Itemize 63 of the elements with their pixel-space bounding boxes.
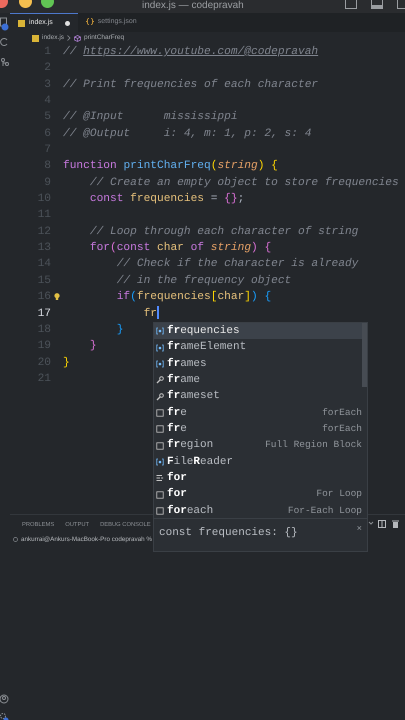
keyword-icon (156, 474, 164, 482)
code-line: } (116, 324, 124, 336)
status-circle-icon (13, 536, 18, 542)
settings-icon[interactable] (0, 712, 10, 720)
refresh-icon[interactable] (0, 37, 10, 47)
text-cursor (157, 306, 158, 320)
trash-icon[interactable] (392, 520, 399, 528)
layout-icon[interactable] (345, 0, 357, 9)
chevron-right-icon (67, 35, 72, 41)
square-icon (156, 442, 164, 450)
lightbulb-icon[interactable] (54, 293, 60, 300)
code-line: const frequencies = {}; (88, 193, 244, 206)
scrollbar-thumb[interactable] (362, 323, 367, 387)
square-icon (156, 490, 164, 499)
chevron-down-icon[interactable] (368, 520, 374, 526)
suggestion-item[interactable]: fre forEach (154, 404, 362, 422)
variable-icon (156, 458, 164, 466)
type-signature: const frequencies: {} (159, 526, 298, 541)
code-line: fr (142, 308, 157, 320)
branch-icon[interactable] (0, 57, 10, 67)
wrench-icon (156, 376, 164, 384)
suggestion-item[interactable]: frameset (154, 388, 362, 405)
code-line: } (63, 356, 70, 369)
code-line: } (88, 340, 97, 352)
braces-icon (86, 18, 94, 28)
code-line: // Print frequencies of each character (63, 78, 318, 91)
panel-layout-icon[interactable] (371, 0, 383, 9)
code-line: if(frequencies[char]) { (116, 291, 272, 304)
suggestion-item[interactable]: frameElement (154, 339, 362, 356)
square-icon (156, 506, 164, 515)
suggestion-item[interactable]: for (154, 470, 362, 486)
code-line: for(const char of string) { (88, 242, 272, 254)
wrench-icon (156, 392, 164, 401)
suggestion-item[interactable]: FileReader (154, 454, 362, 470)
variable-icon (156, 360, 164, 368)
suggestion-item[interactable]: for For Loop (154, 486, 362, 503)
variable-icon (156, 344, 164, 352)
code-line: // Check if the character is already (116, 258, 358, 270)
code-line: // @Input mississippi (63, 111, 238, 124)
suggestion-item[interactable]: fregion Full Region Block (154, 437, 362, 454)
code-line: // @Output i: 4, m: 1, p: 2, s: 4 (63, 128, 312, 140)
window-title: index.js — codepravah (142, 0, 244, 11)
suggestion-item[interactable]: frames (154, 356, 362, 372)
js-file-icon (32, 34, 39, 42)
close-button[interactable]: × (356, 525, 362, 534)
files-icon[interactable] (0, 17, 10, 31)
code-line: // Create an empty object to store frequencies (88, 176, 399, 189)
suggestion-item[interactable]: frame (154, 372, 362, 388)
account-icon[interactable] (0, 694, 10, 704)
suggestion-item[interactable]: foreach For-Each Loop (154, 502, 362, 520)
variable-icon (156, 327, 164, 336)
suggestion-item[interactable]: fre forEach (154, 421, 362, 438)
code-line: // Loop through each character of string (88, 226, 358, 238)
code-line: function printCharFreq(string) { (63, 160, 278, 172)
js-file-icon (18, 20, 25, 26)
line-number: 17 (36, 306, 51, 322)
square-icon (156, 408, 164, 417)
square-icon (156, 425, 164, 434)
code-line: // https://www.youtube.com/@codepravah (63, 46, 318, 58)
split-icon[interactable] (378, 520, 386, 528)
code-line: // in the frequency object (116, 274, 292, 287)
cube-icon (74, 34, 82, 42)
suggestion-item[interactable]: frequencies (154, 323, 362, 340)
